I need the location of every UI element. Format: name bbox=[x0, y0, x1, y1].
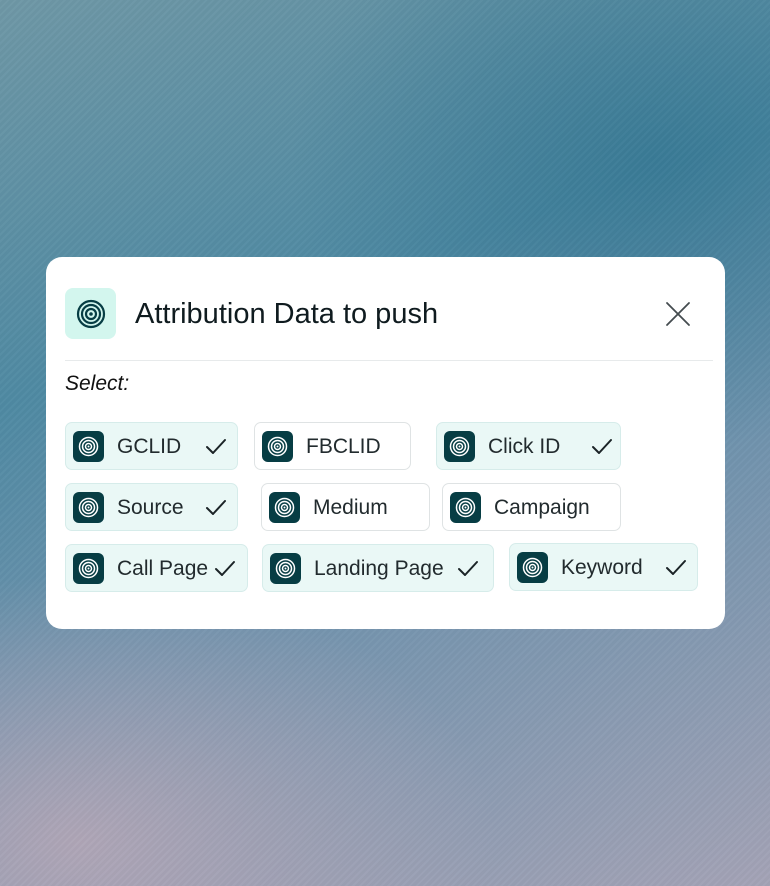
option-chip-fbclid[interactable]: FBCLID bbox=[254, 422, 411, 470]
option-chip-medium[interactable]: Medium bbox=[261, 483, 430, 531]
option-chip-click-id[interactable]: Click ID bbox=[436, 422, 621, 470]
checkmark-icon bbox=[591, 437, 613, 457]
target-rings-icon bbox=[73, 553, 104, 584]
option-chip-gclid[interactable]: GCLID bbox=[65, 422, 238, 470]
target-rings-icon bbox=[269, 492, 300, 523]
option-label: Landing Page bbox=[314, 557, 444, 580]
target-rings-icon bbox=[444, 431, 475, 462]
option-label: GCLID bbox=[117, 435, 182, 458]
checkmark-icon bbox=[205, 498, 227, 518]
target-rings-icon bbox=[65, 288, 116, 339]
modal-header: Attribution Data to push bbox=[65, 288, 713, 361]
option-chip-campaign[interactable]: Campaign bbox=[442, 483, 621, 531]
target-rings-icon bbox=[270, 553, 301, 584]
close-icon bbox=[666, 302, 690, 326]
option-label: Source bbox=[117, 496, 184, 519]
option-label: FBCLID bbox=[306, 435, 381, 458]
option-chip-landing-page[interactable]: Landing Page bbox=[262, 544, 494, 592]
option-label: Call Page bbox=[117, 557, 209, 580]
option-chip-source[interactable]: Source bbox=[65, 483, 238, 531]
checkmark-icon bbox=[665, 558, 687, 578]
checkmark-icon bbox=[457, 559, 479, 579]
close-button[interactable] bbox=[665, 301, 691, 327]
target-rings-icon bbox=[450, 492, 481, 523]
option-chip-call-page[interactable]: Call Page bbox=[65, 544, 248, 592]
option-label: Keyword bbox=[561, 556, 643, 579]
target-rings-icon bbox=[517, 552, 548, 583]
target-rings-icon bbox=[73, 492, 104, 523]
select-label: Select: bbox=[65, 372, 130, 395]
option-label: Campaign bbox=[494, 496, 590, 519]
modal-title: Attribution Data to push bbox=[135, 298, 439, 330]
checkmark-icon bbox=[205, 437, 227, 457]
checkmark-icon bbox=[214, 559, 236, 579]
attribution-modal: Attribution Data to push Select: GCLID F… bbox=[46, 257, 725, 629]
option-label: Medium bbox=[313, 496, 388, 519]
option-label: Click ID bbox=[488, 435, 561, 458]
target-rings-icon bbox=[262, 431, 293, 462]
option-chip-keyword[interactable]: Keyword bbox=[509, 543, 698, 591]
target-rings-icon bbox=[73, 431, 104, 462]
